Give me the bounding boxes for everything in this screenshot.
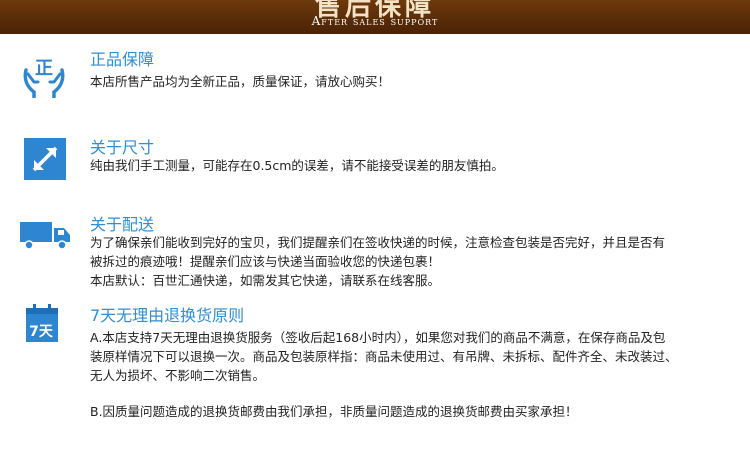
- section-body: 为了确保亲们能收到完好的宝贝，我们提醒亲们在签收快递的时候，注意检查包装是否完好…: [90, 233, 735, 290]
- body-line: 装原样情况下可以退换一次。商品及包装原样指：商品未使用过、有吊牌、未拆标、配件齐…: [90, 349, 678, 364]
- section-body: 本店所售产品均为全新正品，质量保证，请放心购买！: [90, 72, 735, 91]
- delivery-truck-icon: [20, 220, 72, 254]
- section-body: A.本店支持7天无理由退换货服务（签收后起168小时内），如果您对我们的商品不满…: [90, 328, 735, 385]
- resize-arrow-icon: [24, 138, 66, 184]
- body-line: 纯由我们手工测量，可能存在0.5cm的误差，请不能接受误差的朋友慎拍。: [90, 158, 504, 173]
- section-title: 关于尺寸: [90, 138, 155, 157]
- section-body: 纯由我们手工测量，可能存在0.5cm的误差，请不能接受误差的朋友慎拍。: [90, 156, 735, 175]
- body-line: 本店所售产品均为全新正品，质量保证，请放心购买！: [90, 74, 391, 89]
- section-return-policy: 7天 7天无理由退换货原则 A.本店支持7天无理由退换货服务（签收后起168小时…: [0, 298, 750, 448]
- section-title: 正品保障: [90, 50, 155, 69]
- hands-holding-zheng-icon: 正: [20, 52, 68, 102]
- section-title: 关于配送: [90, 215, 155, 234]
- calendar-label: 7天: [29, 324, 54, 340]
- banner-subtitle: After sales support: [311, 14, 439, 28]
- after-sales-banner: 售后保障 After sales support: [0, 0, 750, 34]
- section-title: 7天无理由退换货原则: [90, 306, 245, 325]
- note-line: B.因质量问题造成的退换货邮费由我们承担，非质量问题造成的退换货邮费由买家承担！: [90, 404, 578, 419]
- body-line: 无人为损坏、不影响二次销售。: [90, 368, 266, 383]
- section-genuine-guarantee: 正 正品保障 本店所售产品均为全新正品，质量保证，请放心购买！: [0, 44, 750, 114]
- body-line: 被拆过的痕迹哦！提醒亲们应该与快递当面验收您的快递包裹！: [90, 254, 441, 269]
- section-note: B.因质量问题造成的退换货邮费由我们承担，非质量问题造成的退换货邮费由买家承担！: [90, 402, 735, 421]
- section-size: 关于尺寸 纯由我们手工测量，可能存在0.5cm的误差，请不能接受误差的朋友慎拍。: [0, 130, 750, 190]
- seven-day-calendar-icon: 7天: [24, 304, 60, 348]
- body-line: 为了确保亲们能收到完好的宝贝，我们提醒亲们在签收快递的时候，注意检查包装是否完好…: [90, 235, 666, 250]
- svg-text:正: 正: [35, 58, 53, 79]
- section-delivery: 关于配送 为了确保亲们能收到完好的宝贝，我们提醒亲们在签收快递的时候，注意检查包…: [0, 208, 750, 293]
- body-line: 本店默认：百世汇通快递，如需发其它快递，请联系在线客服。: [90, 273, 441, 288]
- body-line: A.本店支持7天无理由退换货服务（签收后起168小时内），如果您对我们的商品不满…: [90, 330, 666, 345]
